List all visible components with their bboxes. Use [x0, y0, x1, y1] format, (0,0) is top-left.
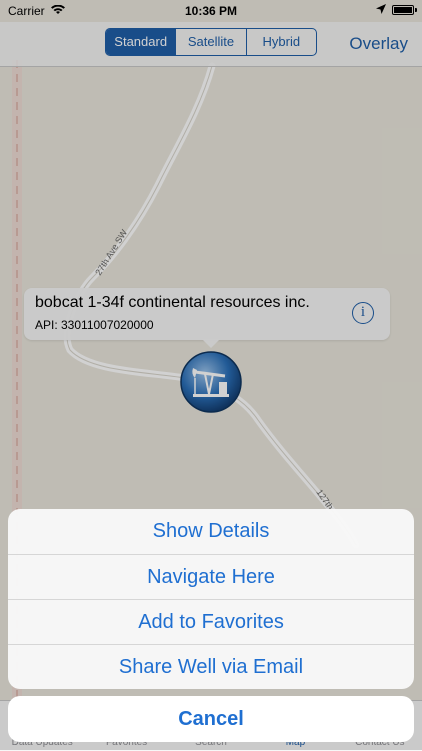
- action-sheet: Show Details Navigate Here Add to Favori…: [8, 509, 414, 689]
- cancel-button[interactable]: Cancel: [8, 696, 414, 742]
- show-details-button[interactable]: Show Details: [8, 509, 414, 554]
- navigate-here-button[interactable]: Navigate Here: [8, 554, 414, 599]
- share-well-email-button[interactable]: Share Well via Email: [8, 644, 414, 689]
- add-to-favorites-button[interactable]: Add to Favorites: [8, 599, 414, 644]
